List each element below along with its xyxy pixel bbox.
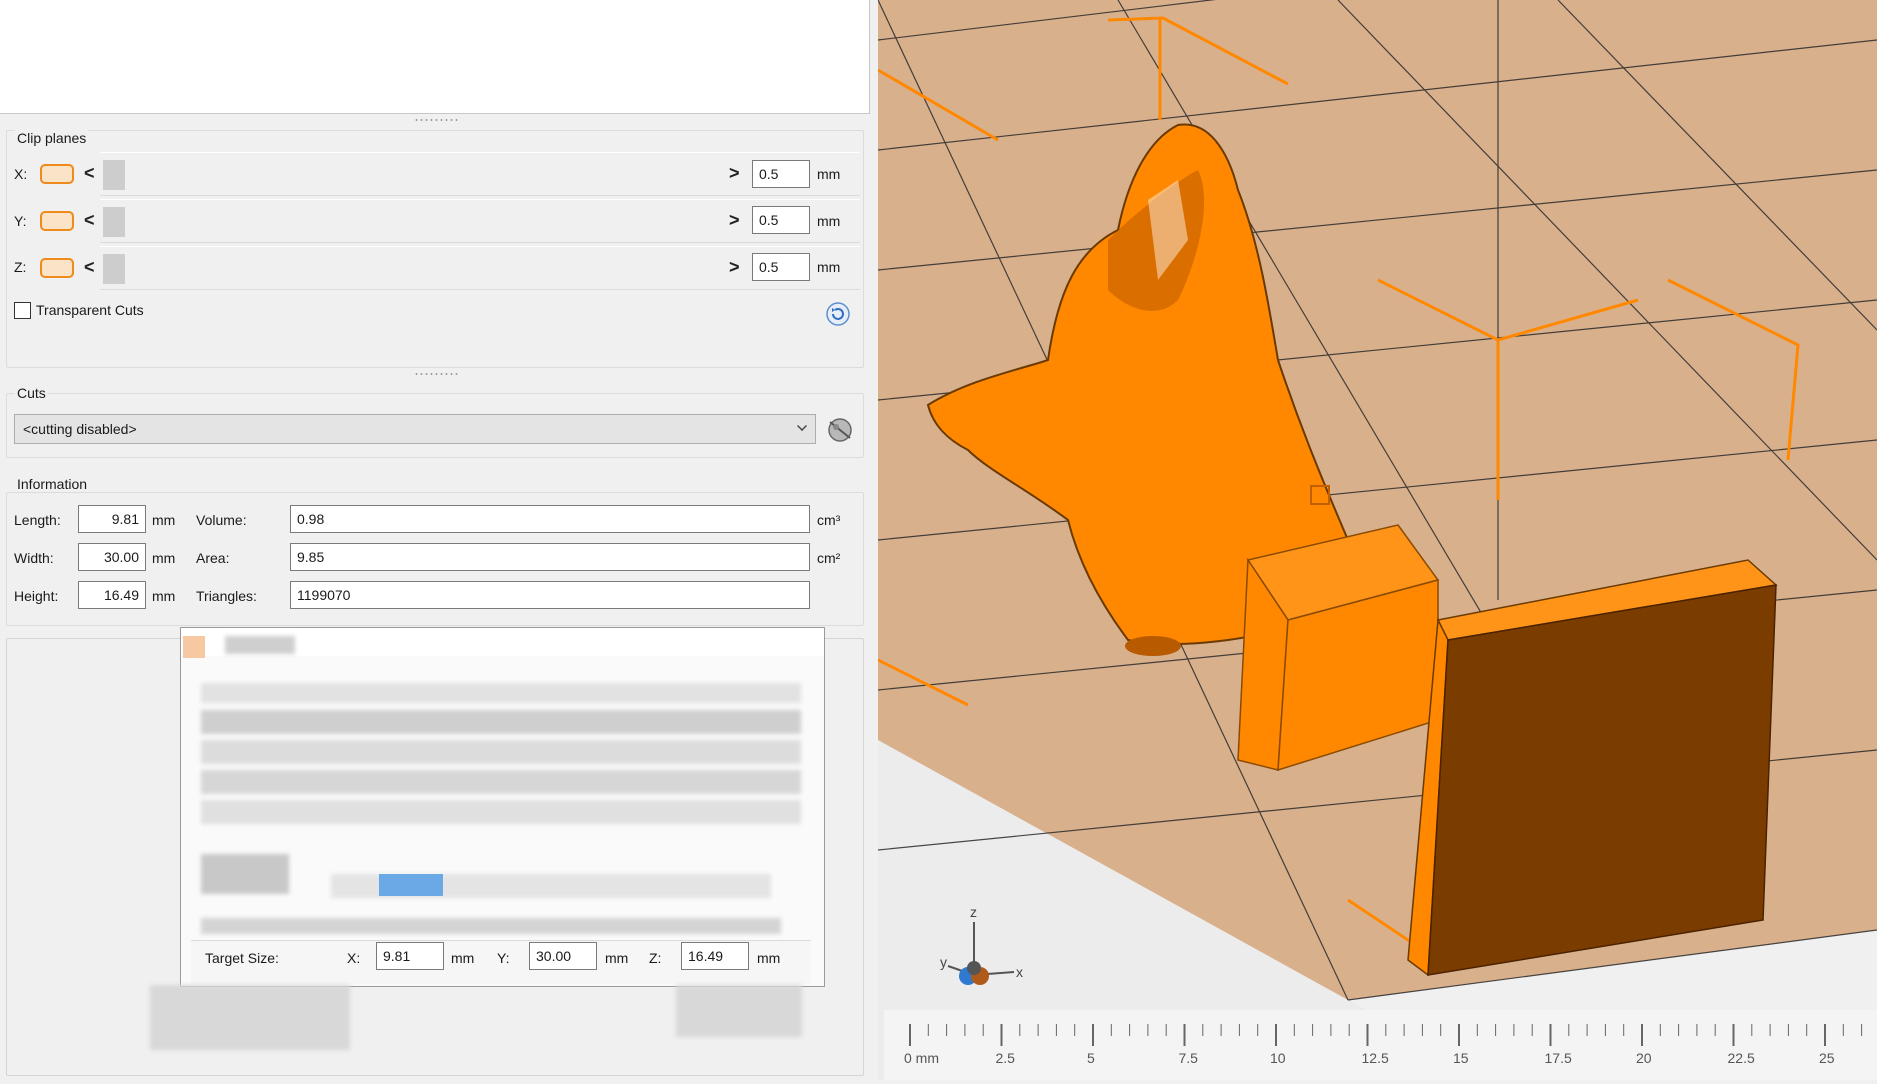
ruler-label: 15 [1453,1050,1469,1066]
transparent-cuts-label: Transparent Cuts [36,302,144,318]
volume-label: Volume: [196,512,247,528]
ruler-label: 17.5 [1544,1050,1572,1066]
clip-z-label: Z: [14,259,27,275]
clip-z-decrease-arrow[interactable]: < [84,257,95,278]
3d-viewport[interactable]: z x y [878,0,1877,1080]
target-x-unit: mm [451,950,475,966]
ruler-label: 22.5 [1727,1050,1755,1066]
obscured-label [201,854,289,894]
axis-y-label: y [940,954,947,970]
height-label: Height: [14,588,59,604]
length-value: 9.81 [78,505,146,533]
clip-z-increase-arrow[interactable]: > [729,257,740,278]
target-x-input[interactable]: 9.81 [376,942,444,970]
ruler-label: 5 [1087,1050,1095,1066]
clip-x-value-input[interactable]: 0.5 [752,160,810,188]
width-label: Width: [14,550,54,566]
ruler-label: 0 mm [904,1050,939,1066]
target-x-label: X: [347,950,361,966]
clip-y-unit: mm [817,213,841,229]
clip-x-increase-arrow[interactable]: > [729,163,740,184]
clip-y-value-input[interactable]: 0.5 [752,206,810,234]
ruler-label: 12.5 [1361,1050,1389,1066]
ruler-label: 7.5 [1178,1050,1198,1066]
clip-planes-title: Clip planes [15,130,89,146]
area-label: Area: [196,550,230,566]
cuts-dropdown-value: <cutting disabled> [23,421,137,437]
ruler-ticks [909,1024,1863,1046]
clip-y-slider-track[interactable] [100,199,860,243]
obscured-row [201,918,781,934]
obscured-row [201,710,801,734]
ruler-label: 10 [1270,1050,1286,1066]
target-y-unit: mm [605,950,629,966]
ruler-label: 20 [1636,1050,1652,1066]
cuts-dropdown[interactable]: <cutting disabled> [14,414,816,444]
obscured-row [201,683,801,703]
clip-x-color-swatch[interactable] [40,164,74,184]
chevron-down-icon [797,421,807,431]
ruler-label: 25 [1819,1050,1835,1066]
length-unit: mm [152,512,176,528]
clip-z-color-swatch[interactable] [40,258,74,278]
cut-tool-icon[interactable] [824,414,856,444]
obscured-title [225,636,295,654]
axis-x-label: x [1016,964,1023,980]
dialog-app-icon [183,636,205,658]
area-value: 9.85 [290,543,810,571]
target-z-label: Z: [649,950,662,966]
clip-z-slider-thumb[interactable] [103,254,125,284]
target-y-label: Y: [497,950,510,966]
area-unit: cm² [817,550,841,566]
width-value: 30.00 [78,543,146,571]
splitter-grip-2[interactable] [414,372,458,376]
obscured-row [201,740,801,764]
axis-z-label: z [970,904,977,920]
clip-z-unit: mm [817,259,841,275]
volume-value: 0.98 [290,505,810,533]
cuts-title: Cuts [15,385,48,401]
obscured-row [201,770,801,794]
clip-y-color-swatch[interactable] [40,211,74,231]
clip-x-slider-track[interactable] [100,152,860,196]
obscured-footer [150,985,350,1050]
volume-unit: cm³ [817,512,841,528]
triangles-label: Triangles: [196,588,257,604]
object-list-area[interactable] [0,0,870,114]
reset-icon[interactable] [826,302,850,326]
target-y-input[interactable]: 30.00 [529,942,597,970]
clip-z-slider-track[interactable] [100,246,860,290]
information-title: Information [15,476,90,492]
obscured-row [201,800,801,824]
ruler-label: 2.5 [995,1050,1015,1066]
ruler: 0 mm 2.5 5 7.5 10 12.5 15 17.5 20 22.5 25 [884,1010,1877,1080]
height-unit: mm [152,588,176,604]
length-label: Length: [14,512,61,528]
clip-x-unit: mm [817,166,841,182]
orientation-axes-icon: z x y [926,900,1026,990]
splitter-grip[interactable] [414,118,458,122]
target-size-label: Target Size: [205,950,279,966]
obscured-button[interactable] [676,985,802,1037]
clip-x-label: X: [14,166,28,182]
clip-y-slider-thumb[interactable] [103,207,125,237]
target-z-unit: mm [757,950,781,966]
transparent-cuts-checkbox[interactable] [14,302,31,319]
clip-z-value-input[interactable]: 0.5 [752,253,810,281]
obscured-highlight [379,874,443,896]
scale-dialog: Target Size: X: 9.81 mm Y: 30.00 mm Z: 1… [180,627,825,987]
clip-y-label: Y: [14,213,27,229]
target-z-input[interactable]: 16.49 [681,942,749,970]
clip-x-decrease-arrow[interactable]: < [84,163,95,184]
height-value: 16.49 [78,581,146,609]
triangles-value: 1199070 [290,581,810,609]
width-unit: mm [152,550,176,566]
clip-y-increase-arrow[interactable]: > [729,210,740,231]
clip-y-decrease-arrow[interactable]: < [84,210,95,231]
clip-x-slider-thumb[interactable] [103,160,125,190]
